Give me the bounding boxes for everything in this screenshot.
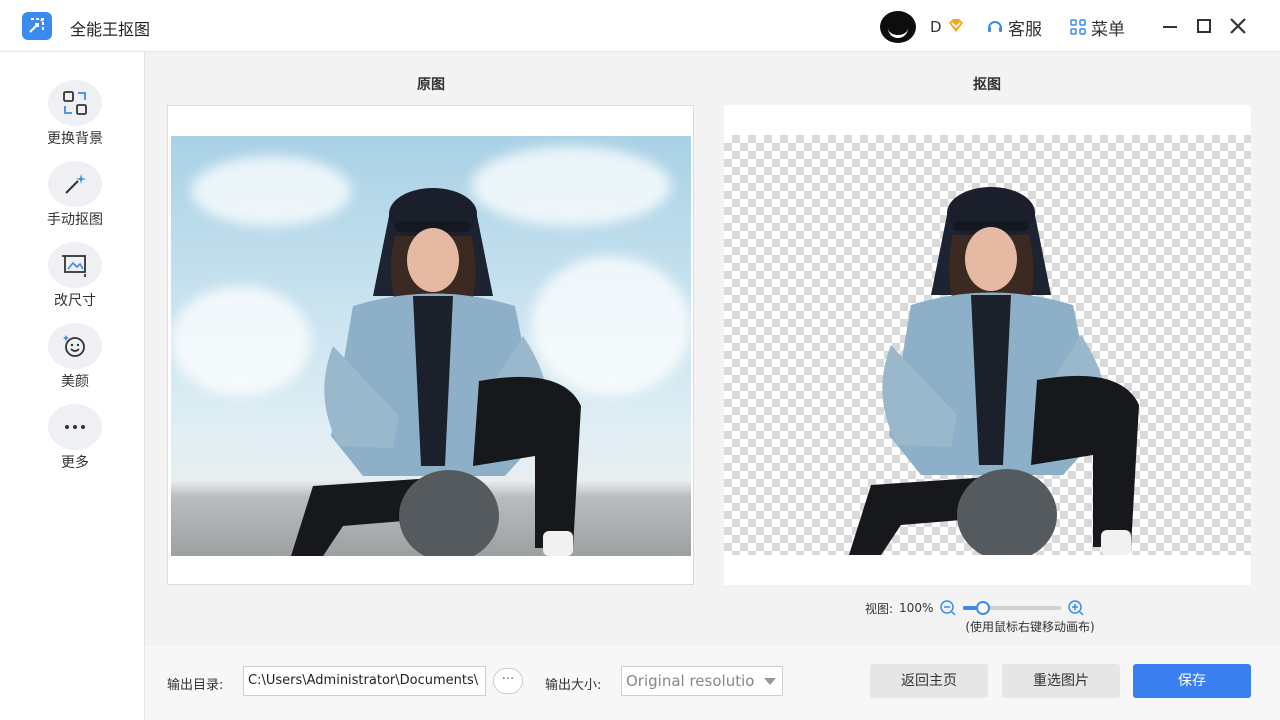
sidebar-icon-circle [48, 80, 102, 126]
original-photo [171, 136, 691, 556]
cutout-panel-title: 抠图 [973, 77, 1001, 93]
headset-icon [988, 21, 1002, 32]
sidebar-item-label: 改尺寸 [54, 293, 96, 309]
resize-image-icon [62, 255, 86, 277]
sidebar-item-label: 更换背景 [47, 131, 103, 147]
title-bar: 全能王抠图 D 客服 菜单 [0, 0, 1280, 52]
cutout-image-panel [724, 105, 1251, 585]
magic-wand-icon [65, 174, 86, 194]
original-image-panel [167, 105, 694, 585]
maximize-icon[interactable] [1192, 14, 1216, 38]
transparent-canvas [724, 135, 1251, 555]
browse-folder-button[interactable]: ··· [493, 668, 523, 694]
sidebar-icon-circle [48, 242, 102, 288]
reselect-image-button[interactable]: 重选图片 [1002, 664, 1120, 698]
sidebar-item-beauty[interactable]: 美颜 [0, 309, 145, 390]
chevron-down-icon [764, 678, 776, 685]
menu-button[interactable]: 菜单 [1070, 14, 1125, 40]
output-size-value: Original resolutio [626, 672, 755, 690]
footer-bar: 输出目录: C:\Users\Administrator\Documents\ … [145, 646, 1280, 720]
zoom-slider-handle[interactable] [976, 601, 991, 615]
sidebar-icon-circle [48, 404, 102, 450]
app-logo-icon [22, 12, 52, 40]
minimize-icon[interactable] [1158, 14, 1182, 38]
customer-service-label: 客服 [1008, 19, 1042, 40]
original-panel-title: 原图 [417, 77, 445, 93]
sidebar-item-label: 美颜 [61, 374, 89, 390]
output-dir-label: 输出目录: [167, 678, 224, 693]
zoom-controls: 视图: 100% [865, 598, 1085, 618]
user-name[interactable]: D [930, 18, 942, 36]
sidebar-item-replace-background[interactable]: 更换背景 [0, 66, 145, 147]
zoom-value: 100% [899, 601, 934, 615]
output-size-label: 输出大小: [545, 678, 602, 693]
canvas-move-hint: (使用鼠标右键移动画布) [965, 620, 1095, 634]
app-title: 全能王抠图 [70, 20, 151, 39]
close-icon[interactable] [1226, 14, 1250, 38]
sidebar-item-resize[interactable]: 改尺寸 [0, 228, 145, 309]
user-avatar[interactable] [880, 11, 916, 43]
back-home-button[interactable]: 返回主页 [870, 664, 988, 698]
save-button[interactable]: 保存 [1133, 664, 1251, 698]
grid-menu-icon [1070, 19, 1086, 35]
customer-service-button[interactable]: 客服 [986, 14, 1042, 40]
sidebar: 更换背景 手动抠图 改尺寸 美颜 更多 [0, 52, 145, 720]
sidebar-item-label: 更多 [61, 455, 89, 471]
sidebar-item-more[interactable]: 更多 [0, 390, 145, 471]
output-size-select[interactable]: Original resolutio [621, 666, 783, 696]
zoom-label: 视图: [865, 601, 894, 616]
zoom-slider[interactable] [963, 601, 1062, 615]
more-dots-icon [65, 425, 85, 429]
sidebar-icon-circle [48, 323, 102, 369]
replace-background-icon [63, 91, 87, 115]
zoom-in-icon[interactable] [1067, 599, 1085, 617]
sidebar-item-label: 手动抠图 [47, 212, 103, 228]
sidebar-item-manual-cutout[interactable]: 手动抠图 [0, 147, 145, 228]
workspace: 原图 抠图 视图: 100% (使用鼠标右键移动画布) [145, 52, 1280, 646]
beauty-face-icon [63, 335, 85, 357]
sidebar-icon-circle [48, 161, 102, 207]
zoom-out-icon[interactable] [939, 599, 957, 617]
menu-label: 菜单 [1091, 19, 1125, 40]
vip-diamond-icon[interactable] [946, 16, 966, 36]
output-dir-field[interactable]: C:\Users\Administrator\Documents\ [243, 666, 486, 696]
